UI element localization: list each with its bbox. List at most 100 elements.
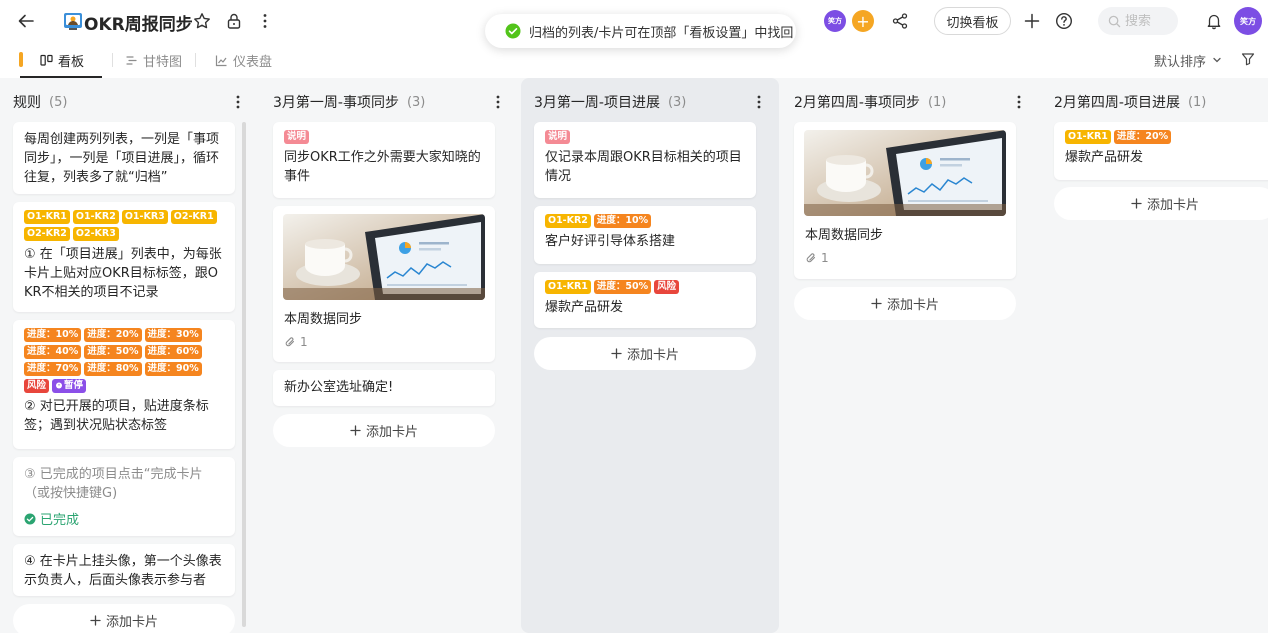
card[interactable]: 新办公室选址确定!	[273, 370, 495, 406]
card-tags: O1-KR1 进度：20%	[1065, 130, 1265, 144]
tag-kr: O1-KR2	[545, 214, 591, 228]
card-tags: O1-KR2 进度：10%	[545, 214, 745, 228]
card[interactable]: O1-KR1 进度：20% 爆款产品研发	[1054, 122, 1268, 180]
toast-text: 归档的列表/卡片可在顶部「看板设置」中找回	[529, 25, 794, 41]
card[interactable]: O1-KR1 进度：50% 风险 爆款产品研发	[534, 272, 756, 328]
star-icon[interactable]	[191, 10, 213, 32]
timer-icon	[56, 382, 63, 389]
card[interactable]: O1-KR2 进度：10% 客户好评引导体系搭建	[534, 206, 756, 264]
list-scrollbar[interactable]	[242, 122, 246, 627]
kanban-icon	[40, 54, 53, 66]
add-card-button[interactable]: 添加卡片	[1054, 187, 1268, 220]
tag-kr: O1-KR1	[1065, 130, 1111, 144]
search-icon	[1108, 15, 1121, 28]
list-header[interactable]: 2月第四周-项目进展 (1)	[1041, 92, 1268, 112]
card[interactable]: 进度：10% 进度：20% 进度：30% 进度：40% 进度：50% 进度：60…	[13, 320, 235, 449]
card-cover-image	[283, 214, 485, 300]
card-text: 新办公室选址确定!	[284, 380, 394, 395]
tab-gantt[interactable]: 甘特图	[125, 42, 182, 78]
add-card-button[interactable]: 添加卡片	[534, 337, 756, 370]
list-more-icon[interactable]	[1009, 92, 1029, 112]
add-member-button[interactable]: +	[852, 10, 874, 32]
list-more-icon[interactable]	[228, 92, 248, 112]
tag-progress: 进度：10%	[593, 214, 652, 228]
card[interactable]: 本周数据同步 1	[273, 206, 495, 362]
tab-separator	[195, 53, 196, 67]
list-more-icon[interactable]	[488, 92, 508, 112]
list-count: (5)	[49, 94, 68, 110]
tag-kr: O2-KR1	[170, 210, 217, 224]
plus-icon[interactable]	[1021, 10, 1043, 32]
list-more-icon[interactable]	[749, 92, 769, 112]
card[interactable]: 本周数据同步 1	[794, 122, 1016, 279]
line-chart-icon	[215, 55, 227, 66]
card[interactable]: 说明 仅记录本周跟OKR目标相关的项目情况	[534, 122, 756, 198]
tag-progress: 进度：80%	[84, 362, 142, 376]
add-card-button[interactable]: 添加卡片	[273, 414, 495, 447]
chevron-down-icon	[1213, 57, 1221, 63]
card-text: ③ 已完成的项目点击“完成卡片（或按快捷键G)	[24, 467, 203, 501]
card-text: 本周数据同步	[805, 228, 884, 243]
card-text: 爆款产品研发	[1065, 150, 1144, 165]
project-title[interactable]: OKR周报同步	[84, 10, 193, 35]
plus-icon	[90, 615, 101, 626]
share-icon[interactable]	[889, 10, 911, 32]
list-rules: 规则 (5) 每周创建两列列表，一列是「事项同步」，一列是「项目进展」，循环往复…	[0, 78, 246, 633]
list-header[interactable]: 规则 (5)	[0, 92, 246, 112]
kanban-board: 规则 (5) 每周创建两列列表，一列是「事项同步」，一列是「项目进展」，循环往复…	[0, 78, 1268, 633]
tag-progress: 进度：20%	[1113, 130, 1172, 144]
paperclip-icon	[806, 253, 816, 263]
member-avatar[interactable]: 笑方	[824, 10, 846, 32]
list-header[interactable]: 3月第一周-事项同步 (3)	[260, 92, 506, 112]
filter-icon[interactable]	[1238, 49, 1258, 69]
tab-kanban[interactable]: 看板	[40, 42, 84, 78]
sort-dropdown[interactable]: 默认排序	[1154, 42, 1222, 78]
more-vertical-icon[interactable]	[254, 10, 276, 32]
card[interactable]: ④ 在卡片上挂头像，第一个头像表示负责人，后面头像表示参与者	[13, 544, 235, 596]
card[interactable]: O1-KR1 O1-KR2 O1-KR3 O2-KR1 O2-KR2 O2-KR…	[13, 202, 235, 312]
lock-icon[interactable]	[223, 10, 245, 32]
list-title: 2月第四周-事项同步	[794, 95, 920, 111]
tag-risk: 风险	[24, 379, 50, 393]
card-tags: 说明	[284, 130, 484, 144]
tag-progress: 进度：30%	[144, 328, 202, 342]
add-card-button[interactable]: 添加卡片	[13, 604, 235, 633]
card[interactable]: 说明 同步OKR工作之外需要大家知晓的事件	[273, 122, 495, 198]
tag-progress: 进度：90%	[144, 362, 202, 376]
search-box[interactable]	[1098, 7, 1178, 35]
list-count: (3)	[667, 94, 687, 110]
list-header[interactable]: 3月第一周-项目进展 (3)	[521, 92, 767, 112]
project-logo-icon	[63, 11, 83, 31]
search-input[interactable]	[1125, 13, 1175, 29]
card-cover-image	[804, 130, 1006, 216]
card-text: 同步OKR工作之外需要大家知晓的事件	[284, 150, 481, 184]
sort-label: 默认排序	[1154, 54, 1207, 70]
back-arrow-icon[interactable]	[14, 9, 38, 33]
tag-progress: 进度：50%	[593, 280, 652, 294]
attachment-count: 1	[805, 251, 1005, 265]
card[interactable]: 每周创建两列列表，一列是「事项同步」，一列是「项目进展」，循环往复，列表多了就“…	[13, 122, 235, 194]
add-card-button[interactable]: 添加卡片	[794, 287, 1016, 320]
tab-separator	[112, 53, 113, 67]
switch-board-button[interactable]: 切换看板	[934, 7, 1011, 35]
tag-kr: O2-KR3	[72, 227, 119, 241]
my-avatar[interactable]: 笑方	[1234, 7, 1262, 35]
list-count: (1)	[927, 94, 947, 110]
archive-toast: 归档的列表/卡片可在顶部「看板设置」中找回	[485, 14, 796, 48]
card-text: 每周创建两列列表，一列是「事项同步」，一列是「项目进展」，循环往复，列表多了就“…	[24, 132, 220, 185]
list-header[interactable]: 2月第四周-事项同步 (1)	[781, 92, 1027, 112]
bell-icon[interactable]	[1203, 10, 1225, 32]
tab-dashboard[interactable]: 仪表盘	[215, 42, 272, 78]
list-title: 2月第四周-项目进展	[1054, 95, 1180, 111]
tag-kr: O1-KR3	[121, 210, 168, 224]
tag-kr: O1-KR2	[72, 210, 119, 224]
attachment-count: 1	[284, 335, 484, 349]
help-circle-icon[interactable]	[1053, 10, 1075, 32]
card-text: 本周数据同步	[284, 312, 363, 327]
tag-kr: O1-KR1	[545, 280, 591, 294]
card-text: 爆款产品研发	[545, 300, 624, 315]
list-feb-sync: 2月第四周-事项同步 (1) 本周数据同步 1 添加卡片	[781, 78, 1027, 633]
card-completed[interactable]: ③ 已完成的项目点击“完成卡片（或按快捷键G) 已完成	[13, 457, 235, 536]
plus-icon	[1131, 198, 1142, 209]
card-tags: O1-KR1 进度：50% 风险	[545, 280, 745, 294]
